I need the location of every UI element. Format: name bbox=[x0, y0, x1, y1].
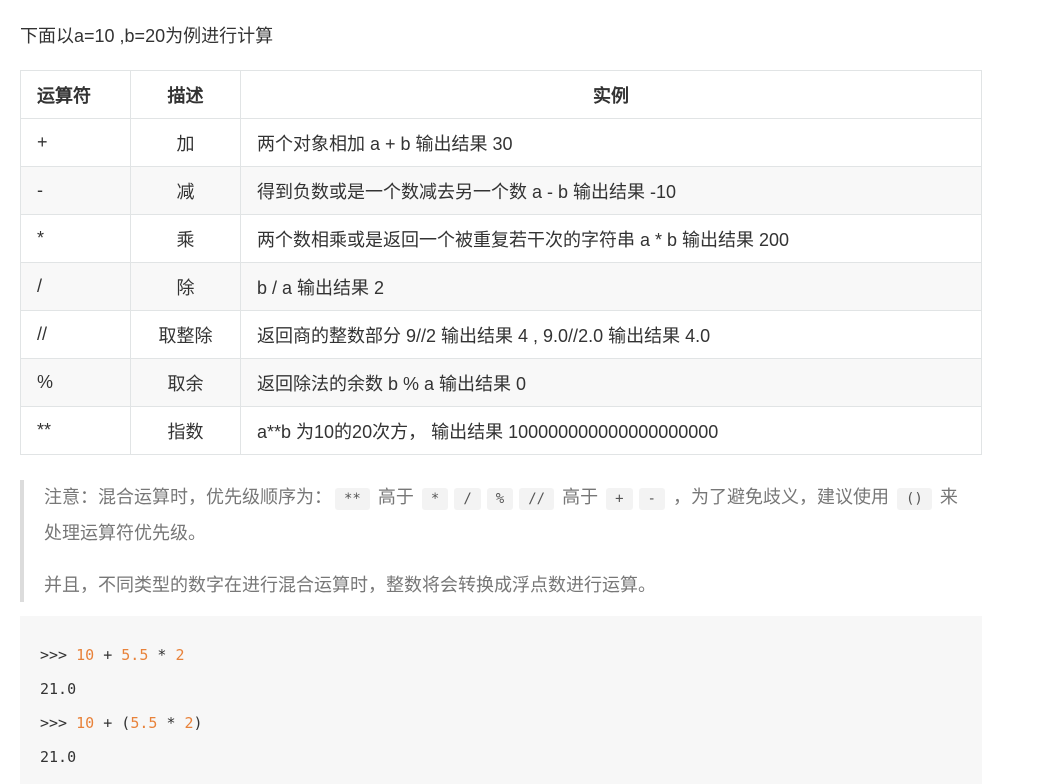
code-paren: ) bbox=[193, 714, 203, 732]
table-row: + 加 两个对象相加 a + b 输出结果 30 bbox=[20, 118, 982, 167]
cell-example: 返回除法的余数 b % a 输出结果 0 bbox=[240, 358, 982, 407]
code-number: 5.5 bbox=[130, 714, 158, 732]
code-paren: ( bbox=[121, 714, 131, 732]
code-block: >>> 10 + 5.5 * 2 21.0 >>> 10 + (5.5 * 2)… bbox=[20, 616, 982, 784]
cell-example: 得到负数或是一个数减去另一个数 a - b 输出结果 -10 bbox=[240, 166, 982, 215]
code-operator: + bbox=[103, 714, 113, 732]
table-row: % 取余 返回除法的余数 b % a 输出结果 0 bbox=[20, 358, 982, 407]
code-line-input: >>> 10 + (5.5 * 2) bbox=[40, 706, 982, 740]
cell-description: 取整除 bbox=[130, 310, 241, 359]
inline-code-mul: * bbox=[421, 488, 449, 510]
code-number: 10 bbox=[76, 714, 95, 732]
cell-description: 减 bbox=[130, 166, 241, 215]
prompt: >>> bbox=[40, 714, 68, 732]
code-operator: + bbox=[103, 646, 113, 664]
code-operator: * bbox=[157, 646, 167, 664]
inline-code-sub: - bbox=[638, 488, 665, 510]
cell-example: 两个数相乘或是返回一个被重复若干次的字符串 a * b 输出结果 200 bbox=[240, 214, 982, 263]
cell-description: 指数 bbox=[130, 406, 241, 455]
cell-example: 两个对象相加 a + b 输出结果 30 bbox=[240, 118, 982, 167]
table-row: ** 指数 a**b 为10的20次方， 输出结果 10000000000000… bbox=[20, 406, 982, 455]
inline-code-floordiv: // bbox=[519, 488, 555, 510]
note-paragraph-conversion: 并且，不同类型的数字在进行混合运算时，整数将会转换成浮点数进行运算。 bbox=[44, 575, 656, 595]
cell-example: 返回商的整数部分 9//2 输出结果 4 , 9.0//2.0 输出结果 4.0 bbox=[240, 310, 982, 359]
cell-operator: / bbox=[20, 262, 131, 311]
cell-description: 加 bbox=[130, 118, 241, 167]
prompt: >>> bbox=[40, 646, 68, 664]
cell-operator: // bbox=[20, 310, 131, 359]
cell-operator: % bbox=[20, 358, 131, 407]
code-number: 5.5 bbox=[121, 646, 149, 664]
cell-example: b / a 输出结果 2 bbox=[240, 262, 982, 311]
note-text: ，为了避免歧义，建议使用 bbox=[672, 487, 889, 507]
cell-operator: + bbox=[20, 118, 131, 167]
cell-description: 乘 bbox=[130, 214, 241, 263]
table-row: / 除 b / a 输出结果 2 bbox=[20, 262, 982, 311]
inline-code-mod: % bbox=[486, 488, 514, 510]
code-line-output: 21.0 bbox=[40, 748, 77, 766]
inline-code-paren: () bbox=[897, 488, 932, 510]
table-row: - 减 得到负数或是一个数减去另一个数 a - b 输出结果 -10 bbox=[20, 166, 982, 215]
table-header-row: 运算符 描述 实例 bbox=[20, 70, 982, 119]
cell-example: a**b 为10的20次方， 输出结果 10000000000000000000… bbox=[240, 406, 982, 455]
code-number: 2 bbox=[175, 646, 185, 664]
note-text: 注意：混合运算时，优先级顺序为： bbox=[44, 487, 332, 507]
code-line-output: 21.0 bbox=[40, 680, 77, 698]
note-text: 高于 bbox=[562, 487, 599, 507]
intro-text: 下面以a=10 ,b=20为例进行计算 bbox=[20, 26, 274, 46]
note-blockquote: 注意：混合运算时，优先级顺序为： ** 高于 * /%// 高于 + - ，为了避免歧… bbox=[20, 480, 974, 602]
code-number: 10 bbox=[76, 646, 95, 664]
cell-operator: - bbox=[20, 166, 131, 215]
code-line-input: >>> 10 + 5.5 * 2 bbox=[40, 638, 982, 672]
inline-code-div: / bbox=[454, 488, 481, 510]
header-description: 描述 bbox=[130, 70, 241, 119]
operator-table: 运算符 描述 实例 + 加 两个对象相加 a + b 输出结果 30 - 减 得… bbox=[20, 70, 982, 455]
cell-description: 取余 bbox=[130, 358, 241, 407]
header-operator: 运算符 bbox=[20, 70, 131, 119]
cell-description: 除 bbox=[130, 262, 241, 311]
header-example: 实例 bbox=[240, 70, 982, 119]
inline-code-pow: ** bbox=[335, 488, 370, 510]
code-operator: * bbox=[166, 714, 176, 732]
inline-code-add: + bbox=[606, 488, 633, 510]
table-row: * 乘 两个数相乘或是返回一个被重复若干次的字符串 a * b 输出结果 200 bbox=[20, 214, 982, 263]
note-text: 高于 bbox=[377, 487, 414, 507]
cell-operator: ** bbox=[20, 406, 131, 455]
table-row: // 取整除 返回商的整数部分 9//2 输出结果 4 , 9.0//2.0 输… bbox=[20, 310, 982, 359]
cell-operator: * bbox=[20, 214, 131, 263]
code-number: 2 bbox=[184, 714, 194, 732]
note-paragraph-precedence: 注意：混合运算时，优先级顺序为： ** 高于 * /%// 高于 + - ，为了避免歧… bbox=[44, 480, 974, 550]
